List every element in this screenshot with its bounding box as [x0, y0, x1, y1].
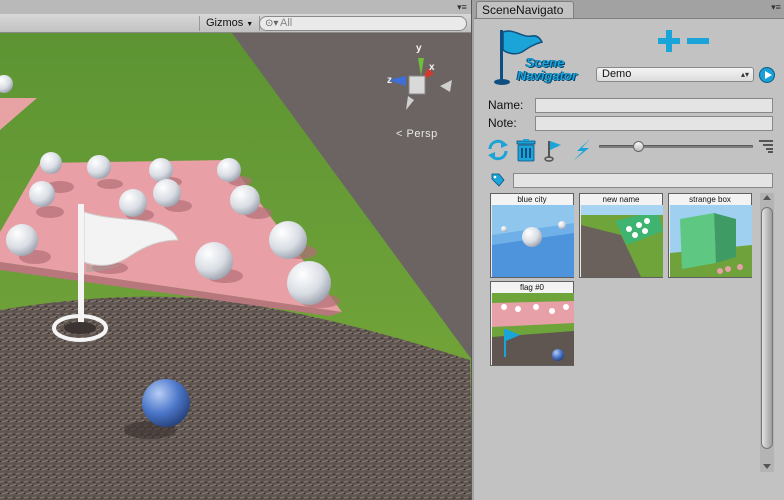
persp-icon: < [396, 128, 403, 140]
white-ball [87, 155, 111, 179]
scroll-down-icon[interactable] [763, 464, 771, 469]
gizmos-dropdown[interactable]: Gizmos ▼ [199, 16, 261, 31]
white-ball [119, 189, 147, 217]
bookmark-thumbnail[interactable]: new name [579, 193, 663, 278]
scene-toolbar: Gizmos ▼ ⊙▾ All [0, 14, 471, 33]
persp-label-text: Persp [406, 128, 438, 140]
list-view-icon[interactable] [759, 139, 773, 153]
tag-filter-input[interactable] [513, 173, 773, 188]
name-label: Name: [488, 98, 524, 112]
blue-ball [142, 379, 190, 427]
bookmark-preview-image [492, 205, 574, 277]
bookmark-thumbnail[interactable]: strange box [668, 193, 752, 278]
lightning-icon[interactable] [570, 138, 594, 162]
refresh-icon[interactable] [486, 138, 510, 162]
tab-scene-navigator[interactable]: SceneNavigato [476, 1, 574, 19]
axis-x-label: x [429, 62, 435, 73]
tag-icon[interactable] [491, 173, 505, 187]
flag-icon[interactable] [543, 138, 567, 162]
bookmark-caption: new name [580, 194, 662, 205]
menu-dots-icon[interactable]: ▾≡ [769, 3, 783, 12]
preset-value: Demo [602, 68, 632, 80]
note-field[interactable] [535, 116, 773, 131]
white-ball [287, 261, 331, 305]
axis-y-label: y [416, 43, 422, 54]
play-icon[interactable] [759, 67, 775, 83]
scene-search-placeholder: All [280, 17, 293, 29]
menu-dots-icon[interactable]: ▾≡ [455, 3, 469, 12]
trash-icon[interactable] [514, 138, 538, 162]
updown-arrows-icon: ▴▾ [740, 70, 749, 79]
white-ball [195, 242, 233, 280]
white-ball [217, 158, 241, 182]
scene-viewport[interactable]: y x z [0, 33, 472, 500]
white-ball [40, 152, 62, 174]
unity-editor-window: ▾≡ Gizmos ▼ ⊙▾ All y x z < Persp ▾≡ Scen… [0, 0, 784, 500]
gizmos-label: Gizmos [206, 17, 244, 29]
scene-view[interactable]: ▾≡ Gizmos ▼ ⊙▾ All y x z < Persp [0, 0, 472, 500]
axis-z-label: z [387, 75, 392, 86]
note-label: Note: [488, 116, 517, 130]
bookmark-preview-image [492, 293, 574, 365]
bookmark-preview-image [670, 205, 752, 277]
white-ball [230, 185, 260, 215]
scene-search-input[interactable]: ⊙▾ All [259, 16, 467, 31]
white-ball [6, 224, 38, 256]
bookmark-preview-image [581, 205, 663, 277]
scroll-up-icon[interactable] [763, 195, 771, 200]
logo-text-navigator: Navigator [517, 68, 577, 83]
bookmark-caption: blue city [491, 194, 573, 205]
bookmark-thumbnail[interactable]: flag #0 [490, 281, 574, 366]
zoom-slider-track[interactable] [599, 145, 753, 148]
preset-dropdown[interactable]: Demo ▴▾ [596, 67, 754, 82]
perspective-toggle[interactable]: < Persp [396, 128, 438, 140]
bookmark-caption: flag #0 [491, 282, 573, 293]
white-ball [269, 221, 307, 259]
scene-tab-strip: ▾≡ [0, 0, 471, 14]
bookmark-thumbnail[interactable]: blue city [490, 193, 574, 278]
scrollbar-thumb[interactable] [761, 207, 773, 449]
caret-down-icon: ▼ [246, 21, 254, 28]
name-field[interactable] [535, 98, 773, 113]
minus-icon[interactable] [686, 29, 710, 53]
bookmark-caption: strange box [669, 194, 751, 205]
vertical-scrollbar[interactable] [760, 193, 774, 472]
plus-icon[interactable] [657, 29, 681, 53]
search-icon: ⊙▾ [265, 18, 279, 29]
white-ball [153, 179, 181, 207]
white-ball [29, 181, 55, 207]
white-ball [149, 158, 173, 182]
